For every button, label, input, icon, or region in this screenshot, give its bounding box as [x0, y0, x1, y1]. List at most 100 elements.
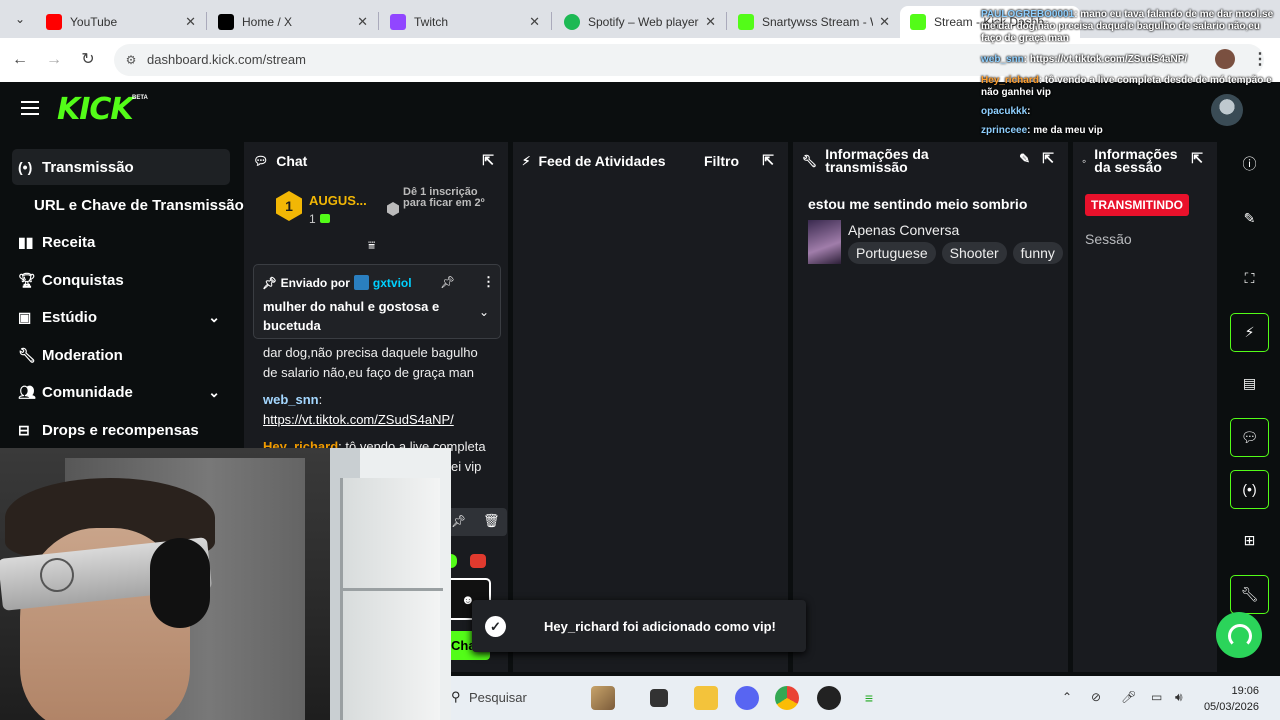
- discord-icon[interactable]: [735, 686, 759, 710]
- tab-title: Twitch: [414, 15, 449, 29]
- overlay-chat-line: Hey_richard: tô vendo a live completa de…: [981, 75, 1272, 87]
- overlay-chat-line: me dar dog,não precisa daquele bagulho d…: [981, 21, 1260, 32]
- beta-label: BETA: [132, 95, 148, 101]
- chat-message-text: dar dog,não precisa daquele bagulho de s…: [263, 345, 478, 380]
- wrench-icon[interactable]: 🔧︎: [1230, 575, 1269, 614]
- close-icon[interactable]: ✕: [185, 14, 196, 30]
- forward-icon[interactable]: →: [43, 49, 65, 71]
- toast-message: Hey_richard foi adicionado como vip!: [544, 619, 776, 634]
- sidebar-item-label: Estúdio: [42, 308, 97, 326]
- category-thumbnail: [808, 220, 841, 264]
- pinned-prefix: Enviado por: [280, 275, 350, 290]
- close-icon[interactable]: ✕: [529, 14, 540, 30]
- leaderboard-name[interactable]: AUGUS...: [309, 193, 367, 208]
- panel-title: Chat: [276, 153, 308, 169]
- folder-icon[interactable]: [694, 686, 718, 710]
- overlay-chat-line: faço de graça man: [981, 33, 1069, 44]
- stream-info-panel: 🔧︎ Informações da transmissão ✎ ⇱ estou m…: [793, 142, 1068, 672]
- taskbar-clock[interactable]: 19:06 05/03/2026: [1203, 683, 1259, 715]
- tab-spotify[interactable]: Spotify – Web player ✕: [554, 6, 726, 38]
- back-icon[interactable]: ←: [9, 49, 31, 71]
- notes-icon[interactable]: ▤: [1230, 365, 1269, 404]
- windows-taskbar: ⚲ Pesquisar ≡ ⌃ ⊘ 🎤︎ ▭ 🔊︎ 19:06 05/03/20…: [451, 676, 1280, 720]
- chevron-down-icon[interactable]: ⌄: [479, 305, 489, 319]
- tray-chevron-up-icon[interactable]: ⌃: [1062, 690, 1072, 704]
- tab-youtube[interactable]: YouTube ✕: [36, 6, 206, 38]
- volume-icon[interactable]: 🔊︎: [1175, 690, 1183, 705]
- browser-menu-icon[interactable]: ⋮: [1252, 49, 1268, 69]
- emote-icon[interactable]: [470, 554, 486, 568]
- taskbar-search[interactable]: ⚲ Pesquisar: [451, 676, 586, 720]
- popout-icon[interactable]: ⇱: [762, 152, 774, 169]
- activity-feed-panel: ⚡︎ Feed de Atividades ⇱ Filtro: [513, 142, 788, 672]
- chat-username[interactable]: web_snn: [263, 392, 319, 407]
- tag[interactable]: Portuguese: [848, 242, 936, 264]
- reload-icon[interactable]: ↻: [77, 49, 99, 71]
- tab-snartywss[interactable]: Snartywss Stream - W ✕: [728, 6, 900, 38]
- close-icon[interactable]: ✕: [879, 14, 890, 30]
- session-label: Sessão: [1085, 231, 1132, 247]
- layout-icon[interactable]: ⛶: [1230, 260, 1269, 299]
- sidebar-item-receita[interactable]: ▮▮ Receita: [12, 224, 230, 260]
- chat-panel-header: 💬︎ Chat ⇱: [244, 142, 508, 180]
- unpin-icon[interactable]: 📌︎: [440, 275, 455, 289]
- sidebar-item-moderation[interactable]: 🔧︎ Moderation: [12, 337, 230, 373]
- network-icon[interactable]: ⊘: [1091, 690, 1101, 704]
- obs-icon[interactable]: [817, 686, 841, 710]
- pinned-message: 📌︎ Enviado por gxtviol 📌︎ ⋮ ⌄ mulher do …: [253, 264, 501, 339]
- stream-category[interactable]: Apenas Conversa: [848, 222, 959, 238]
- filter-button[interactable]: Filtro: [704, 153, 739, 169]
- sidebar-item-estudio[interactable]: ▣ Estúdio ⌄: [12, 299, 230, 335]
- popout-icon[interactable]: ⇱: [482, 152, 494, 169]
- popout-icon[interactable]: ⇱: [1191, 151, 1203, 165]
- popout-icon[interactable]: ⇱: [1042, 151, 1054, 165]
- lightning-icon[interactable]: ⚡︎: [1230, 313, 1269, 352]
- close-icon[interactable]: ✕: [705, 14, 716, 30]
- panel-title-line2: da sessão: [1094, 159, 1162, 175]
- display-icon[interactable]: ▭: [1151, 690, 1162, 704]
- gift-icon: [319, 214, 330, 223]
- sidebar-item-comunidade[interactable]: 👥︎ Comunidade ⌄: [12, 374, 230, 410]
- browser-profile-avatar[interactable]: [1215, 49, 1235, 69]
- close-icon[interactable]: ✕: [357, 14, 368, 30]
- tag[interactable]: Shooter: [941, 242, 1007, 264]
- check-icon: ✓: [485, 616, 506, 637]
- sidebar-item-conquistas[interactable]: 🏆︎ Conquistas: [12, 262, 230, 298]
- trash-icon[interactable]: 🗑︎: [483, 513, 500, 529]
- chat-link[interactable]: https://vt.tiktok.com/ZSudS4aNP/: [263, 412, 454, 427]
- user-avatar[interactable]: [1211, 94, 1243, 126]
- pin-icon[interactable]: 📌︎: [451, 514, 466, 528]
- kick-logo[interactable]: KICK: [57, 92, 134, 127]
- microphone-icon[interactable]: 🎤︎: [1121, 690, 1136, 704]
- chat-bubble-icon: 💬︎: [253, 154, 269, 168]
- tab-twitch[interactable]: Twitch ✕: [380, 6, 550, 38]
- tab-search-chevron-icon[interactable]: ⌄: [10, 9, 30, 29]
- audio-app-icon[interactable]: ≡: [857, 686, 881, 710]
- chrome-icon[interactable]: [775, 686, 799, 710]
- emote-icon[interactable]: [451, 554, 457, 568]
- hamburger-menu-icon[interactable]: [21, 101, 39, 115]
- dashboard-icon[interactable]: ⊞: [1230, 522, 1269, 561]
- edit-icon[interactable]: ✎: [1230, 200, 1269, 239]
- chat-bubble-icon[interactable]: 💬︎: [1230, 418, 1269, 457]
- sidebar-item-transmissao[interactable]: (•) Transmissão: [12, 149, 230, 185]
- tab-x[interactable]: Home / X ✕: [208, 6, 378, 38]
- broadcast-icon[interactable]: (•): [1230, 470, 1269, 509]
- tag[interactable]: funny: [1012, 242, 1063, 264]
- sidebar-item-stream-key[interactable]: URL e Chave de Transmissão: [34, 197, 244, 214]
- terminal-icon[interactable]: [650, 689, 668, 707]
- overlay-text: : https://vt.tiktok.com/ZSudS4aNP/: [1023, 54, 1188, 65]
- sidebar-item-drops[interactable]: ⊟ Drops e recompensas: [12, 412, 230, 448]
- site-settings-icon[interactable]: ⚙: [122, 51, 140, 69]
- overlay-username: web_snn: [981, 54, 1024, 65]
- guitar-app-icon[interactable]: [591, 686, 615, 710]
- overlay-username: zprinceee: [981, 125, 1028, 136]
- filter-icon[interactable]: ⩸: [368, 238, 375, 253]
- more-options-icon[interactable]: ⋮: [482, 274, 495, 290]
- support-chat-icon[interactable]: [1216, 612, 1262, 658]
- pinned-header: 📌︎ Enviado por gxtviol: [262, 275, 412, 290]
- info-icon[interactable]: ⓘ: [1230, 146, 1269, 185]
- pinned-username[interactable]: gxtviol: [373, 276, 412, 290]
- edit-icon[interactable]: ✎: [1019, 152, 1030, 165]
- panel-title-line2: transmissão: [825, 159, 908, 175]
